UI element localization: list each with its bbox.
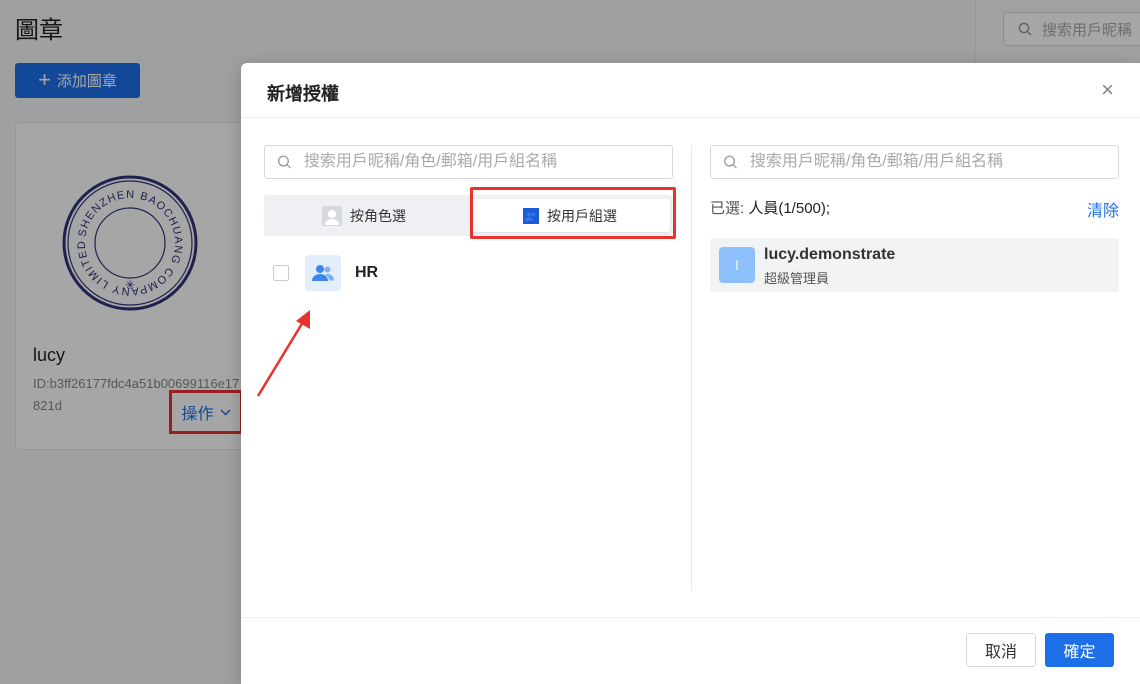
user-icon <box>322 205 342 226</box>
tab-by-role[interactable]: 按角色選 <box>264 199 464 232</box>
clear-button[interactable]: 清除 <box>1087 197 1119 221</box>
confirm-button[interactable]: 確定 <box>1045 633 1114 667</box>
modal-header: 新增授權 × <box>241 63 1140 118</box>
search-icon <box>724 155 737 169</box>
left-search-box <box>264 145 673 179</box>
group-name: HR <box>355 264 379 281</box>
selected-item-role: 超級管理員 <box>764 271 830 286</box>
right-search-input[interactable] <box>747 152 1118 172</box>
selected-count: 人員(1/500); <box>748 200 831 217</box>
user-group-icon <box>305 255 341 291</box>
add-authorization-modal: 新增授權 × 按角色選 按用戶組選 HR <box>241 63 1140 684</box>
selected-prefix: 已選: <box>710 200 745 217</box>
list-item[interactable]: HR <box>273 255 378 291</box>
tab-highlight-box <box>470 187 676 239</box>
cancel-button[interactable]: 取消 <box>966 633 1036 667</box>
close-icon[interactable]: × <box>1101 77 1114 103</box>
modal-title: 新增授權 <box>267 84 339 104</box>
selected-summary: 已選: 人員(1/500); <box>710 197 830 218</box>
selected-item: l lucy.demonstrate 超級管理員 <box>710 238 1119 292</box>
avatar: l <box>719 247 755 283</box>
column-divider <box>691 145 692 590</box>
left-search-input[interactable] <box>301 152 672 172</box>
search-icon <box>278 155 291 169</box>
tab-by-role-label: 按角色選 <box>350 207 406 224</box>
selected-item-name: lucy.demonstrate <box>764 246 896 263</box>
group-checkbox[interactable] <box>273 265 289 281</box>
right-search-box <box>710 145 1119 179</box>
